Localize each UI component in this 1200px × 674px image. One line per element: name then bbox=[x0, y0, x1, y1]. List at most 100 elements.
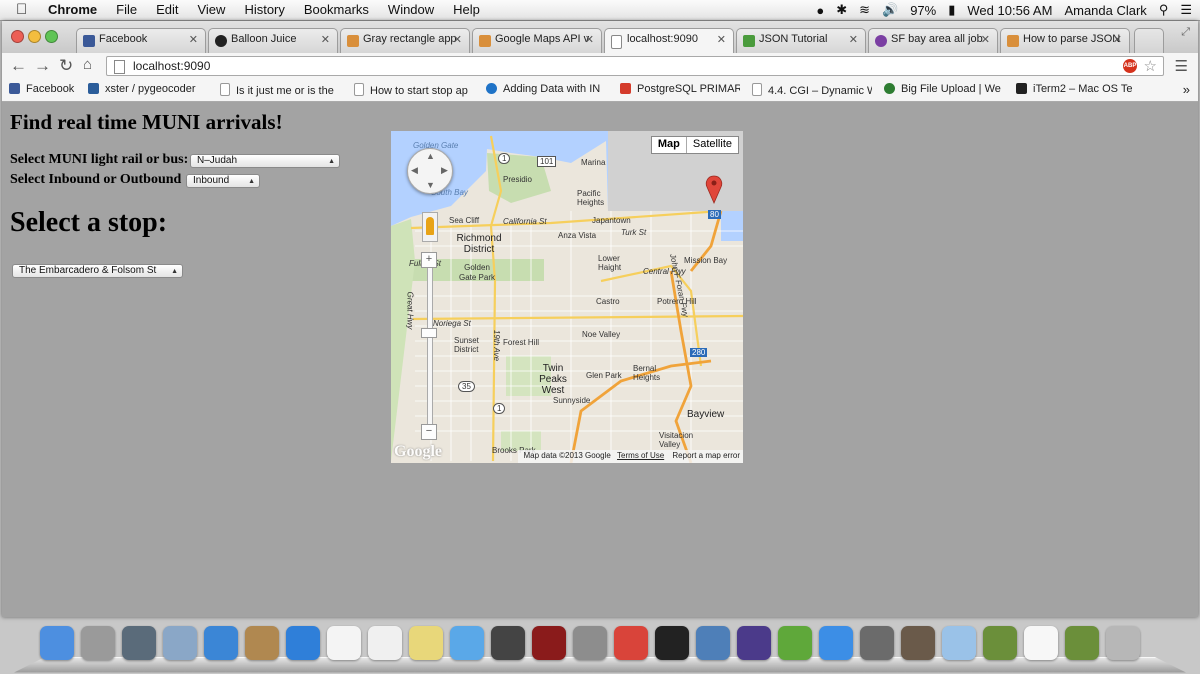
fullscreen-icon[interactable]: ⤢ bbox=[1181, 26, 1190, 39]
street-view-pegman-icon[interactable] bbox=[422, 212, 438, 242]
map-type-map-button[interactable]: Map bbox=[652, 137, 687, 153]
bluetooth-icon[interactable]: ✱ bbox=[836, 2, 847, 18]
menu-bookmarks[interactable]: Bookmarks bbox=[304, 2, 369, 17]
report-error-link[interactable]: Report a map error bbox=[672, 451, 740, 460]
url-text[interactable]: localhost:9090 bbox=[133, 59, 210, 73]
facetime-dock-icon[interactable] bbox=[491, 626, 525, 660]
bookmark-pygeocoder[interactable]: xster / pygeocoder bbox=[88, 83, 206, 95]
direction-select[interactable]: Inbound ▲ bbox=[186, 174, 260, 188]
pan-down-icon[interactable]: ▼ bbox=[426, 180, 435, 190]
reload-icon[interactable]: ↻ bbox=[59, 56, 73, 76]
bookmarks-overflow-icon[interactable]: » bbox=[1183, 82, 1190, 97]
pan-control[interactable]: ▲ ▼ ◀ ▶ bbox=[407, 148, 453, 194]
notification-center-icon[interactable]: ☰ bbox=[1180, 2, 1192, 18]
tab-sf-bay-area-jobs[interactable]: SF bay area all job ✕ bbox=[868, 28, 998, 53]
user-name[interactable]: Amanda Clark bbox=[1064, 3, 1146, 18]
chrome-menu-icon[interactable]: ☰ bbox=[1175, 57, 1188, 75]
wifi-icon[interactable]: ≋ bbox=[859, 2, 870, 18]
tab-google-maps-api[interactable]: Google Maps API v ✕ bbox=[472, 28, 602, 53]
zoom-out-button[interactable]: − bbox=[421, 424, 437, 440]
tab-localhost[interactable]: localhost:9090 ✕ bbox=[604, 28, 734, 54]
pan-up-icon[interactable]: ▲ bbox=[426, 151, 435, 161]
app-store-dock-icon[interactable] bbox=[286, 626, 320, 660]
terminal-dock-icon[interactable] bbox=[655, 626, 689, 660]
tab-close-icon[interactable]: ✕ bbox=[849, 33, 858, 46]
spotlight-icon[interactable]: ⚲ bbox=[1159, 2, 1169, 18]
bookmark-star-icon[interactable]: ☆ bbox=[1144, 57, 1157, 75]
tab-json-tutorial[interactable]: JSON Tutorial ✕ bbox=[736, 28, 866, 53]
tab-parse-json[interactable]: How to parse JSON ✕ bbox=[1000, 28, 1130, 53]
bookmark-postgresql[interactable]: PostgreSQL PRIMARY bbox=[620, 83, 740, 95]
terms-of-use-link[interactable]: Terms of Use bbox=[617, 451, 664, 460]
network-utility-dock-icon[interactable] bbox=[942, 626, 976, 660]
launchpad-dock-icon[interactable] bbox=[81, 626, 115, 660]
tab-close-icon[interactable]: ✕ bbox=[321, 33, 330, 46]
menu-window[interactable]: Window bbox=[388, 2, 434, 17]
tab-close-icon[interactable]: ✕ bbox=[189, 33, 198, 46]
finder-dock-icon[interactable] bbox=[40, 626, 74, 660]
sublime-text-dock-icon[interactable] bbox=[860, 626, 894, 660]
menu-app-chrome[interactable]: Chrome bbox=[48, 2, 97, 17]
itunes-dock-icon[interactable] bbox=[819, 626, 853, 660]
system-preferences-dock-icon[interactable] bbox=[573, 626, 607, 660]
zoom-slider-thumb[interactable] bbox=[421, 328, 437, 338]
xcode-dock-icon[interactable] bbox=[696, 626, 730, 660]
menu-file[interactable]: File bbox=[116, 2, 137, 17]
image-capture-dock-icon[interactable] bbox=[122, 626, 156, 660]
photo-booth-dock-icon[interactable] bbox=[532, 626, 566, 660]
address-bar[interactable]: localhost:9090 ABP ☆ bbox=[106, 56, 1164, 76]
clock[interactable]: Wed 10:56 AM bbox=[967, 3, 1052, 18]
bookmark-facebook[interactable]: Facebook bbox=[9, 83, 79, 95]
menu-help[interactable]: Help bbox=[453, 2, 480, 17]
close-window-button[interactable] bbox=[11, 30, 24, 43]
bookmark-start-stop[interactable]: How to start stop ap bbox=[354, 83, 474, 97]
minecraft-2-dock-icon[interactable] bbox=[1065, 626, 1099, 660]
new-tab-button[interactable] bbox=[1134, 28, 1164, 53]
tab-facebook[interactable]: Facebook ✕ bbox=[76, 28, 206, 53]
minimize-window-button[interactable] bbox=[28, 30, 41, 43]
reminders-dock-icon[interactable] bbox=[368, 626, 402, 660]
eclipse-dock-icon[interactable] bbox=[737, 626, 771, 660]
bookmark-adding-data[interactable]: Adding Data with IN bbox=[486, 83, 608, 95]
tab-close-icon[interactable]: ✕ bbox=[981, 33, 990, 46]
zoom-in-button[interactable]: + bbox=[421, 252, 437, 268]
zoom-slider-track[interactable] bbox=[427, 258, 433, 435]
tab-close-icon[interactable]: ✕ bbox=[717, 33, 726, 46]
cyberduck-dock-icon[interactable] bbox=[778, 626, 812, 660]
menu-history[interactable]: History bbox=[244, 2, 284, 17]
evernote-icon[interactable]: ● bbox=[816, 3, 824, 18]
safari-dock-icon[interactable] bbox=[204, 626, 238, 660]
messages-dock-icon[interactable] bbox=[450, 626, 484, 660]
forward-arrow-icon[interactable]: → bbox=[34, 56, 51, 76]
chrome-dock-icon[interactable] bbox=[614, 626, 648, 660]
tab-balloon-juice[interactable]: Balloon Juice ✕ bbox=[208, 28, 338, 53]
pan-left-icon[interactable]: ◀ bbox=[411, 165, 418, 176]
map-type-satellite-button[interactable]: Satellite bbox=[687, 137, 738, 153]
document-dock-icon[interactable] bbox=[1024, 626, 1058, 660]
minecraft-dock-icon[interactable] bbox=[983, 626, 1017, 660]
tab-close-icon[interactable]: ✕ bbox=[453, 33, 462, 46]
tab-close-icon[interactable]: ✕ bbox=[1113, 33, 1122, 46]
trash-dock-icon[interactable] bbox=[1106, 626, 1140, 660]
route-select[interactable]: N–Judah ▲ bbox=[190, 154, 340, 168]
zoom-window-button[interactable] bbox=[45, 30, 58, 43]
volume-icon[interactable]: 🔊 bbox=[882, 2, 898, 18]
github-dock-icon[interactable] bbox=[901, 626, 935, 660]
tab-close-icon[interactable]: ✕ bbox=[585, 33, 594, 46]
adblock-icon[interactable]: ABP bbox=[1123, 59, 1137, 73]
bookmark-iterm2[interactable]: iTerm2 – Mac OS Te bbox=[1016, 83, 1136, 95]
stop-select[interactable]: The Embarcadero & Folsom St ▲ bbox=[12, 264, 183, 278]
back-arrow-icon[interactable]: ← bbox=[10, 56, 27, 76]
pan-right-icon[interactable]: ▶ bbox=[441, 165, 448, 176]
calendar-dock-icon[interactable] bbox=[327, 626, 361, 660]
home-icon[interactable]: ⌂ bbox=[83, 56, 92, 73]
bookmark-big-file-upload[interactable]: Big File Upload | We bbox=[884, 83, 1002, 95]
bookmark-is-it-just-me[interactable]: Is it just me or is the bbox=[220, 83, 342, 97]
tab-gray-rectangle[interactable]: Gray rectangle app ✕ bbox=[340, 28, 470, 53]
apple-menu-icon[interactable]:  bbox=[16, 1, 27, 18]
stickies-dock-icon[interactable] bbox=[409, 626, 443, 660]
mail-dock-icon[interactable] bbox=[163, 626, 197, 660]
battery-status[interactable]: 97% bbox=[910, 3, 936, 18]
contacts-dock-icon[interactable] bbox=[245, 626, 279, 660]
google-map[interactable]: Golden Gate Marina Presidio Pacific Heig… bbox=[391, 131, 743, 463]
